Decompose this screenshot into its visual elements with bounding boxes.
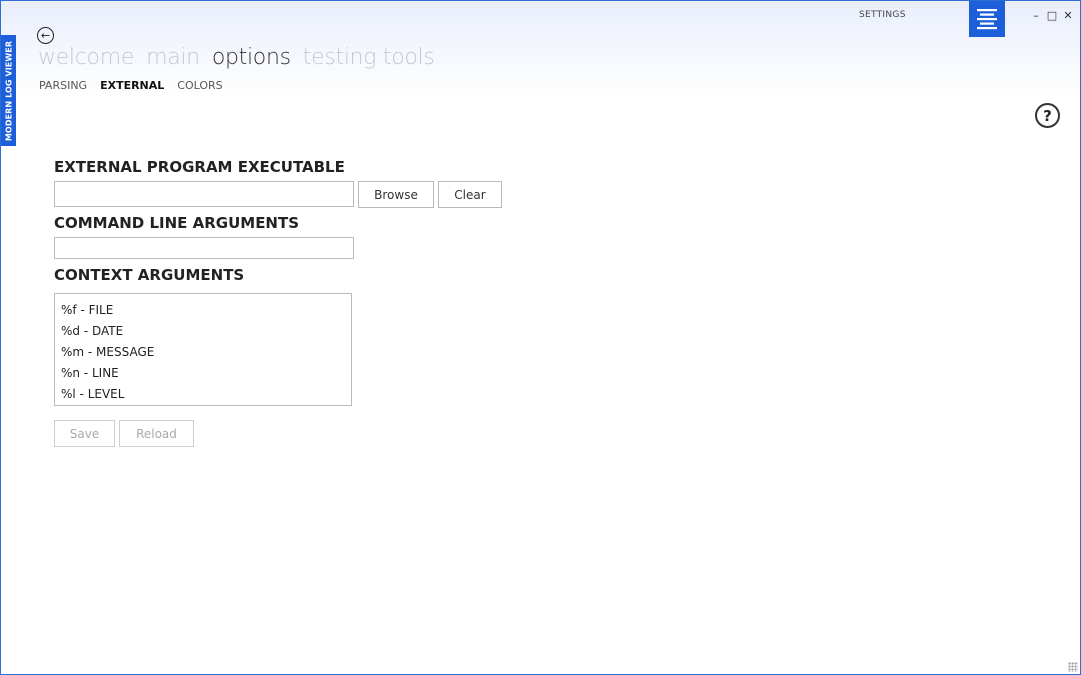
hub-section-main[interactable]: main [146,45,200,70]
app-side-tab[interactable]: MODERN LOG VIEWER [1,35,16,146]
clear-button[interactable]: Clear [438,181,502,208]
tab-parsing[interactable]: PARSING [39,79,87,92]
context-arguments-list[interactable]: %f - FILE %d - DATE %m - MESSAGE %n - LI… [54,293,352,406]
cmdline-input[interactable] [54,237,354,259]
app-side-title: MODERN LOG VIEWER [4,40,13,141]
menu-icon [977,9,997,30]
hub-section-welcome[interactable]: welcome [38,45,134,70]
tab-colors[interactable]: COLORS [177,79,222,92]
minimize-button[interactable]: – [1029,9,1043,23]
list-item[interactable]: %m - MESSAGE [55,342,351,363]
maximize-button[interactable]: □ [1045,9,1059,23]
tab-external[interactable]: EXTERNAL [100,79,164,92]
hub-section-options[interactable]: options [212,45,291,70]
list-item[interactable]: %l - LEVEL [55,384,351,405]
save-button[interactable]: Save [54,420,115,447]
list-item[interactable]: %n - LINE [55,363,351,384]
resize-grip[interactable] [1068,662,1078,672]
minimize-icon: – [1033,9,1039,22]
help-button[interactable]: ? [1035,103,1060,128]
back-button[interactable]: ← [37,27,54,44]
hub-section-testing-tools[interactable]: testing tools [303,45,435,70]
app-window: MODERN LOG VIEWER ← welcome main options… [0,0,1081,675]
page-label: SETTINGS [859,10,906,20]
executable-title: EXTERNAL PROGRAM EXECUTABLE [54,158,345,176]
reload-button[interactable]: Reload [119,420,194,447]
executable-input[interactable] [54,181,354,207]
list-item[interactable]: %f - FILE [55,300,351,321]
browse-button[interactable]: Browse [358,181,434,208]
hub-navigation: welcome main options testing tools [38,45,435,70]
arrow-left-icon: ← [40,29,51,42]
context-title: CONTEXT ARGUMENTS [54,266,245,284]
close-icon: ✕ [1063,9,1073,22]
maximize-icon: □ [1046,9,1058,22]
cmdline-title: COMMAND LINE ARGUMENTS [54,214,300,232]
list-item[interactable]: %d - DATE [55,321,351,342]
options-subnav: PARSING EXTERNAL COLORS [39,79,223,92]
close-button[interactable]: ✕ [1061,9,1075,23]
menu-button[interactable] [969,1,1005,37]
question-icon: ? [1043,106,1052,125]
